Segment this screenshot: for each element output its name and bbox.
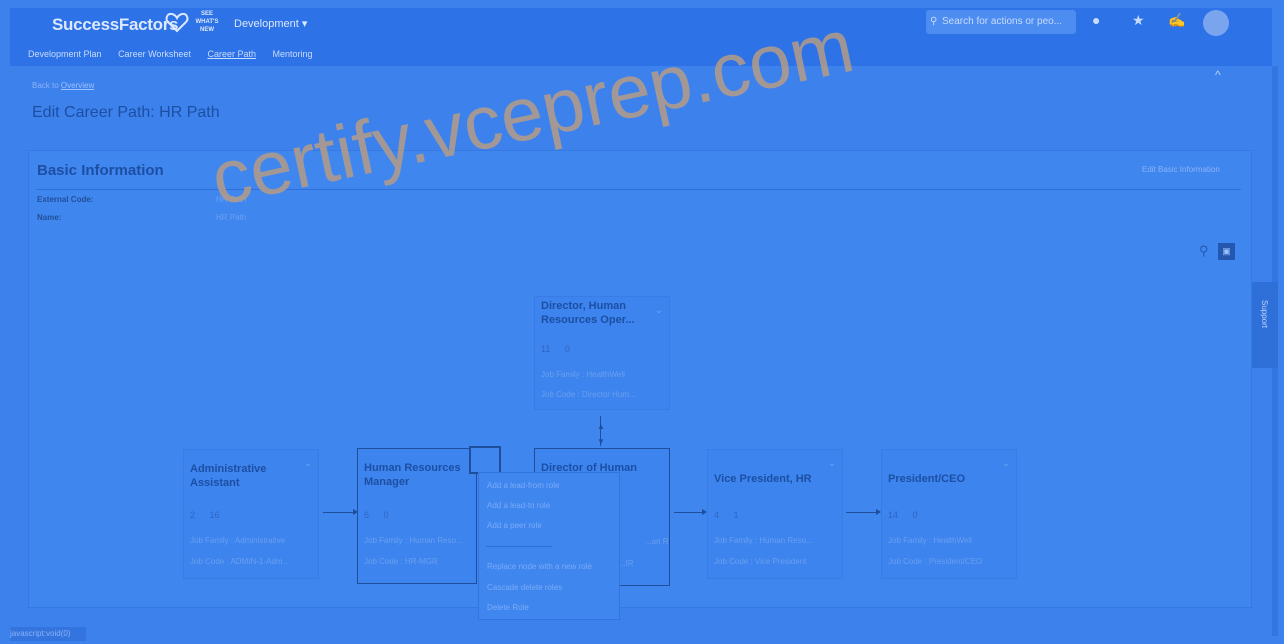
- incumbents-count: 4: [714, 510, 720, 520]
- role-stats: 6 0: [364, 510, 401, 520]
- more-icon[interactable]: ⌄: [304, 458, 312, 469]
- role-title: Director, Human Resources Oper...: [541, 300, 635, 326]
- zoom-icon[interactable]: ⚲: [1199, 243, 1209, 259]
- feedback-icon[interactable]: ★: [1132, 12, 1145, 29]
- chat-icon[interactable]: ✍: [1168, 12, 1185, 29]
- successors-count: 1: [733, 510, 739, 520]
- job-code: Job Code : Vice President: [714, 557, 807, 566]
- more-icon[interactable]: ⌄: [828, 458, 836, 469]
- role-card-director-hr-operations[interactable]: Director, Human Resources Oper... ⌄ 11 0…: [534, 296, 670, 410]
- breadcrumb-prefix: Back to: [32, 81, 59, 90]
- module-tabs: Development Plan Career Worksheet Career…: [28, 49, 327, 59]
- job-code: ...IR: [619, 559, 634, 568]
- job-family: Job Family : Administrative: [190, 536, 286, 545]
- fit-to-screen-icon[interactable]: ▣: [1218, 243, 1235, 260]
- arrow-up-icon: ▲: [597, 422, 605, 431]
- heart-icon: [165, 12, 189, 33]
- role-card-vice-president-hr[interactable]: Vice President, HR ⌄ 4 1 Job Family : Hu…: [707, 449, 843, 579]
- role-card-president-ceo[interactable]: President/CEO ⌄ 14 0 Job Family : Health…: [881, 449, 1017, 579]
- edit-basic-information-link[interactable]: Edit Basic Information: [1142, 165, 1220, 174]
- role-title: Human Resources Manager: [364, 462, 461, 488]
- job-family: Job Family : HealthWell: [888, 536, 972, 545]
- incumbents-count: 11: [541, 344, 551, 354]
- role-stats: 11 0: [541, 344, 582, 354]
- incumbents-count: 14: [888, 510, 899, 520]
- role-stats: 2 16: [190, 510, 232, 520]
- role-stats: 4 1: [714, 510, 751, 520]
- incumbents-count: 6: [364, 510, 370, 520]
- menu-item-cascade-delete[interactable]: Cascade delete roles: [487, 583, 562, 592]
- job-code: Job Code : HR-MGR: [364, 557, 438, 566]
- tab-mentoring[interactable]: Mentoring: [273, 49, 313, 59]
- job-family: ...an Reso...: [645, 537, 669, 546]
- successors-count: 0: [564, 344, 570, 354]
- page-title: Edit Career Path: HR Path: [32, 104, 220, 121]
- support-tab-label: Support: [1260, 300, 1269, 329]
- app-logo[interactable]: SuccessFactors: [52, 15, 179, 35]
- arrow-down-icon: ▼: [597, 437, 605, 446]
- module-selector[interactable]: Development ▾: [234, 17, 307, 30]
- job-code: Job Code : President/CEO: [888, 557, 983, 566]
- job-code: Job Code : ADMIN-1-Adm...: [190, 557, 290, 566]
- path-arrow: [323, 509, 358, 515]
- successors-count: 16: [209, 510, 220, 520]
- whats-new-badge[interactable]: SEE WHAT'S NEW: [194, 10, 220, 38]
- job-family: Job Family : Human Reso...: [364, 536, 463, 545]
- menu-item-add-peer-role[interactable]: Add a peer role: [487, 521, 542, 530]
- section-title: Basic Information: [37, 162, 164, 179]
- back-to-overview-link[interactable]: Overview: [61, 81, 94, 90]
- search-placeholder: Search for actions or peo...: [942, 16, 1063, 27]
- role-title: Administrative Assistant: [190, 463, 267, 489]
- menu-item-add-lead-to-role[interactable]: Add a lead-to role: [487, 501, 550, 510]
- tab-development-plan[interactable]: Development Plan: [28, 49, 102, 59]
- job-code: Job Code : Director Hum...: [541, 390, 636, 399]
- field-label-name: Name:: [37, 213, 62, 222]
- job-family: Job Family : Human Reso...: [714, 536, 813, 545]
- menu-divider: [486, 546, 552, 547]
- menu-item-replace-node[interactable]: Replace node with a new role: [487, 562, 592, 571]
- path-arrow: [674, 509, 707, 515]
- search-icon: ⚲: [930, 16, 938, 27]
- field-label-external-code: External Code:: [37, 195, 94, 204]
- role-stats: 14 0: [888, 510, 930, 520]
- notifications-icon[interactable]: ●: [1092, 12, 1100, 28]
- avatar[interactable]: [1203, 10, 1229, 36]
- role-title: President/CEO: [888, 473, 966, 485]
- role-card-administrative-assistant[interactable]: Administrative Assistant ⌄ 2 16 Job Fami…: [183, 449, 319, 579]
- successors-count: 0: [383, 510, 389, 520]
- collapse-icon[interactable]: ^: [1215, 68, 1221, 82]
- job-family: Job Family : HealthWell: [541, 370, 625, 379]
- successors-count: 0: [912, 510, 918, 520]
- tab-career-path[interactable]: Career Path: [207, 49, 256, 59]
- role-card-hr-manager[interactable]: Human Resources Manager 6 0 Job Family :…: [357, 448, 477, 584]
- support-tab[interactable]: Support: [1252, 282, 1278, 368]
- breadcrumb: Back to Overview: [32, 81, 94, 90]
- tab-career-worksheet[interactable]: Career Worksheet: [118, 49, 191, 59]
- menu-item-delete-role[interactable]: Delete Role: [487, 603, 529, 612]
- status-bar: javascript:void(0): [10, 627, 86, 641]
- path-arrow: [846, 509, 881, 515]
- more-icon[interactable]: ⌄: [1002, 458, 1010, 469]
- incumbents-count: 2: [190, 510, 196, 520]
- search-input[interactable]: ⚲ Search for actions or peo...: [926, 10, 1076, 34]
- role-title: Vice President, HR: [714, 473, 812, 485]
- node-menu-button[interactable]: [469, 446, 501, 474]
- more-icon[interactable]: ⌄: [655, 305, 663, 316]
- menu-item-add-lead-from-role[interactable]: Add a lead-from role: [487, 481, 559, 490]
